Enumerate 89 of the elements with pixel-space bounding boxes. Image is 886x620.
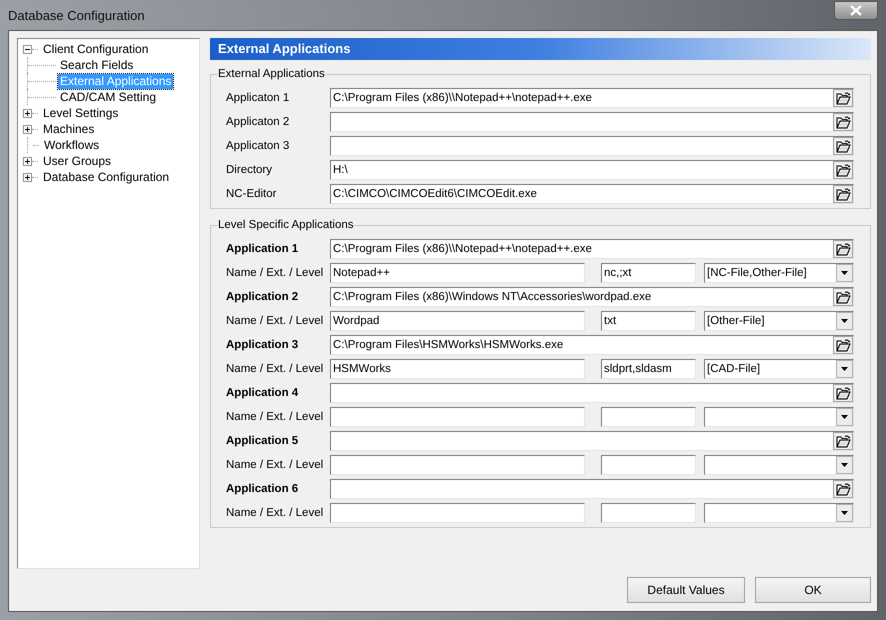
field-label: Applicaton 2 bbox=[226, 116, 290, 128]
folder-icon bbox=[836, 434, 850, 448]
path-field[interactable] bbox=[330, 431, 854, 451]
field-label: Name / Ext. / Level bbox=[226, 507, 324, 519]
tree-item[interactable]: Database Configuration bbox=[41, 170, 172, 184]
tree-item[interactable]: Search Fields bbox=[58, 58, 136, 72]
group-title: External Applications bbox=[218, 68, 325, 80]
tree-item[interactable]: Machines bbox=[41, 122, 96, 136]
field-label: Applicaton 1 bbox=[226, 92, 290, 104]
folder-icon bbox=[836, 482, 850, 496]
tree-item[interactable]: Client Configuration bbox=[41, 42, 150, 56]
tree-item[interactable]: User Groups bbox=[41, 154, 114, 168]
close-button[interactable] bbox=[834, 0, 878, 20]
browse-button[interactable] bbox=[833, 113, 853, 131]
group-title: Level Specific Applications bbox=[218, 219, 354, 231]
field-label: Name / Ext. / Level bbox=[226, 459, 324, 471]
expander-icon[interactable] bbox=[23, 108, 32, 118]
browse-button[interactable] bbox=[833, 185, 853, 203]
browse-button[interactable] bbox=[833, 137, 853, 155]
path-field[interactable] bbox=[330, 112, 854, 132]
folder-icon bbox=[836, 164, 850, 176]
extension-field[interactable] bbox=[601, 455, 696, 475]
level-dropdown[interactable] bbox=[704, 455, 854, 475]
field-label: Applicaton 3 bbox=[226, 140, 290, 152]
dialog-button[interactable]: OK bbox=[755, 577, 871, 603]
field-label: Name / Ext. / Level bbox=[226, 411, 324, 423]
path-field[interactable]: C:\Program Files (x86)\Windows NT\Accessories\wordpad.exe bbox=[330, 287, 854, 307]
tree-item[interactable]: CAD/CAM Setting bbox=[58, 90, 158, 104]
expander-icon[interactable] bbox=[23, 172, 32, 182]
path-field[interactable] bbox=[330, 383, 854, 403]
folder-icon bbox=[836, 338, 850, 352]
field-label: Application 5 bbox=[226, 435, 300, 447]
window-title: Database Configuration bbox=[8, 8, 145, 22]
name-field[interactable] bbox=[330, 503, 585, 523]
path-field[interactable] bbox=[330, 479, 854, 499]
browse-button[interactable] bbox=[833, 480, 853, 498]
level-dropdown[interactable] bbox=[704, 503, 854, 523]
dialog-button[interactable]: Default Values bbox=[627, 577, 745, 603]
browse-button[interactable] bbox=[833, 336, 853, 354]
field-label: NC-Editor bbox=[226, 188, 278, 200]
path-field[interactable] bbox=[330, 136, 854, 156]
folder-icon bbox=[836, 116, 850, 128]
browse-button[interactable] bbox=[833, 432, 853, 450]
folder-icon bbox=[836, 242, 850, 256]
field-label: Name / Ext. / Level bbox=[226, 363, 324, 375]
extension-field[interactable]: nc,;xt bbox=[601, 263, 696, 283]
expander-icon[interactable] bbox=[23, 156, 32, 166]
name-field[interactable] bbox=[330, 455, 585, 475]
tree-item[interactable]: Level Settings bbox=[41, 106, 120, 120]
name-field[interactable]: Wordpad bbox=[330, 311, 585, 331]
folder-icon bbox=[836, 140, 850, 152]
expander-icon[interactable] bbox=[23, 44, 32, 54]
name-field[interactable]: HSMWorks bbox=[330, 359, 585, 379]
browse-button[interactable] bbox=[833, 288, 853, 306]
extension-field[interactable]: sldprt,sldasm bbox=[601, 359, 696, 379]
field-label: Application 6 bbox=[226, 483, 300, 495]
browse-button[interactable] bbox=[833, 384, 853, 402]
level-dropdown[interactable]: [Other-File] bbox=[704, 311, 854, 331]
level-dropdown[interactable]: [NC-File,Other-File] bbox=[704, 263, 854, 283]
path-field[interactable]: H:\ bbox=[330, 160, 854, 180]
browse-button[interactable] bbox=[833, 89, 853, 107]
panel-header: External Applications bbox=[210, 38, 871, 60]
extension-field[interactable] bbox=[601, 503, 696, 523]
path-field[interactable]: C:\CIMCO\CIMCOEdit6\CIMCOEdit.exe bbox=[330, 184, 854, 204]
folder-icon bbox=[836, 188, 850, 200]
extension-field[interactable] bbox=[601, 407, 696, 427]
level-dropdown[interactable]: [CAD-File] bbox=[704, 359, 854, 379]
field-label: Application 3 bbox=[226, 339, 300, 351]
name-field[interactable]: Notepad++ bbox=[330, 263, 585, 283]
path-field[interactable]: C:\Program Files\HSMWorks\HSMWorks.exe bbox=[330, 335, 854, 355]
close-icon bbox=[849, 4, 863, 16]
folder-icon bbox=[836, 92, 850, 104]
field-label: Application 1 bbox=[226, 243, 300, 255]
extension-field[interactable]: txt bbox=[601, 311, 696, 331]
path-field[interactable]: C:\Program Files (x86)\\Notepad++\notepad++.exe bbox=[330, 239, 854, 259]
folder-icon bbox=[836, 290, 850, 304]
tree-item[interactable]: Workflows bbox=[42, 138, 102, 152]
path-field[interactable]: C:\Program Files (x86)\\Notepad++\notepad++.exe bbox=[330, 88, 854, 108]
folder-icon bbox=[836, 386, 850, 400]
name-field[interactable] bbox=[330, 407, 585, 427]
field-label: Application 2 bbox=[226, 291, 300, 303]
browse-button[interactable] bbox=[833, 161, 853, 179]
field-label: Application 4 bbox=[226, 387, 300, 399]
browse-button[interactable] bbox=[833, 240, 853, 258]
field-label: Name / Ext. / Level bbox=[226, 315, 324, 327]
field-label: Directory bbox=[226, 164, 274, 176]
expander-icon[interactable] bbox=[23, 124, 32, 134]
field-label: Name / Ext. / Level bbox=[226, 267, 324, 279]
level-dropdown[interactable] bbox=[704, 407, 854, 427]
